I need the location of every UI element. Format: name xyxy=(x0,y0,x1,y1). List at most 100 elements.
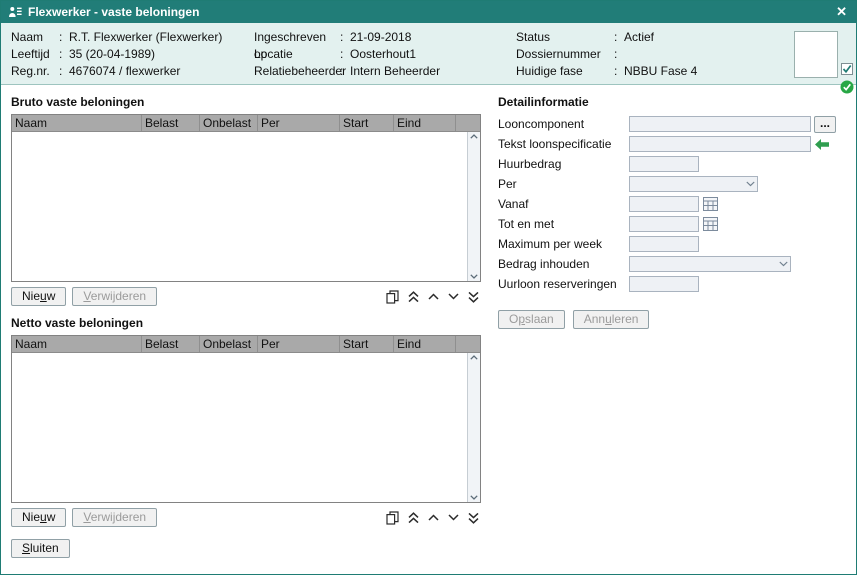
bruto-table: Naam Belast Onbelast Per Start Eind xyxy=(11,114,481,282)
detail-button-row: Opslaan Annuleren xyxy=(498,310,846,329)
col-per[interactable]: Per xyxy=(258,336,340,352)
chevron-double-up-icon[interactable] xyxy=(408,291,419,303)
calendar-icon[interactable] xyxy=(703,197,718,211)
colon: : xyxy=(340,63,350,80)
bruto-table-body[interactable] xyxy=(12,132,467,281)
copy-icon[interactable] xyxy=(386,511,399,525)
bruto-section-title: Bruto vaste beloningen xyxy=(11,95,481,109)
huidige-fase-value: NBBU Fase 4 xyxy=(624,63,697,80)
field-row-looncomponent: Looncomponent ... xyxy=(498,114,846,134)
netto-section-title: Netto vaste beloningen xyxy=(11,316,481,330)
colon: : xyxy=(340,29,350,46)
bruto-table-header: Naam Belast Onbelast Per Start Eind xyxy=(12,115,480,132)
window-title: Flexwerker - vaste beloningen xyxy=(28,5,834,19)
green-check-circle-icon xyxy=(840,80,854,97)
netto-table-header: Naam Belast Onbelast Per Start Eind xyxy=(12,336,480,353)
chevron-double-up-icon[interactable] xyxy=(408,512,419,524)
bruto-table-scrollbar[interactable] xyxy=(467,132,480,281)
calendar-icon[interactable] xyxy=(703,217,718,231)
maximum-per-week-input[interactable] xyxy=(629,236,699,252)
bedrag-inhouden-label: Bedrag inhouden xyxy=(498,257,629,271)
ingeschreven-op-value: 21-09-2018 xyxy=(350,29,411,46)
col-naam[interactable]: Naam xyxy=(12,115,142,131)
col-naam[interactable]: Naam xyxy=(12,336,142,352)
detail-fields: Looncomponent ... Tekst loonspecificatie… xyxy=(498,114,846,294)
vanaf-input[interactable] xyxy=(629,196,699,212)
huidige-fase-label: Huidige fase xyxy=(516,63,614,80)
col-eind[interactable]: Eind xyxy=(394,115,456,131)
bruto-button-row: Nieuw Verwijderen xyxy=(11,287,481,306)
checked-checkbox-icon[interactable] xyxy=(841,63,853,78)
chevron-up-icon[interactable] xyxy=(428,514,439,521)
field-row-huurbedrag: Huurbedrag xyxy=(498,154,846,174)
left-panel: Bruto vaste beloningen Naam Belast Onbel… xyxy=(11,93,481,568)
maximum-per-week-label: Maximum per week xyxy=(498,237,629,251)
opslaan-button[interactable]: Opslaan xyxy=(498,310,565,329)
col-eind[interactable]: Eind xyxy=(394,336,456,352)
detail-panel: Detailinformatie Looncomponent ... Tekst… xyxy=(498,93,846,568)
header-stub xyxy=(456,115,480,131)
chevron-down-icon[interactable] xyxy=(448,514,459,521)
naam-label: Naam xyxy=(11,29,59,46)
scroll-down-icon xyxy=(470,495,478,500)
col-start[interactable]: Start xyxy=(340,336,394,352)
col-start[interactable]: Start xyxy=(340,115,394,131)
col-onbelast[interactable]: Onbelast xyxy=(200,336,258,352)
header-stub xyxy=(456,336,480,352)
per-select[interactable] xyxy=(629,176,758,192)
dossiernummer-label: Dossiernummer xyxy=(516,46,614,63)
regnr-value: 4676074 / flexwerker xyxy=(69,63,180,80)
col-onbelast[interactable]: Onbelast xyxy=(200,115,258,131)
colon: : xyxy=(614,63,624,80)
bruto-nieuw-button[interactable]: Nieuw xyxy=(11,287,66,306)
looncomponent-browse-button[interactable]: ... xyxy=(814,116,836,133)
col-belast[interactable]: Belast xyxy=(142,115,200,131)
huurbedrag-input[interactable] xyxy=(629,156,699,172)
chevron-down-icon[interactable] xyxy=(448,293,459,300)
netto-nieuw-button[interactable]: Nieuw xyxy=(11,508,66,527)
status-label: Status xyxy=(516,29,614,46)
colon: : xyxy=(614,46,624,63)
scroll-up-icon xyxy=(470,355,478,360)
titlebar: Flexwerker - vaste beloningen ✕ xyxy=(1,1,856,23)
dialog-body: Bruto vaste beloningen Naam Belast Onbel… xyxy=(1,85,856,568)
bedrag-inhouden-select[interactable] xyxy=(629,256,791,272)
close-icon[interactable]: ✕ xyxy=(834,4,849,20)
chevron-double-down-icon[interactable] xyxy=(468,512,479,524)
chevron-double-down-icon[interactable] xyxy=(468,291,479,303)
netto-table: Naam Belast Onbelast Per Start Eind xyxy=(11,335,481,503)
chevron-up-icon[interactable] xyxy=(428,293,439,300)
looncomponent-input[interactable] xyxy=(629,116,811,132)
bruto-reorder-icons xyxy=(386,290,481,304)
netto-button-row: Nieuw Verwijderen xyxy=(11,508,481,527)
tot-en-met-label: Tot en met xyxy=(498,217,629,231)
header-info-panel: Naam:R.T. Flexwerker (Flexwerker) Leefti… xyxy=(1,23,856,85)
regnr-label: Reg.nr. xyxy=(11,63,59,80)
annuleren-button[interactable]: Annuleren xyxy=(573,310,650,329)
tekst-loonspecificatie-input[interactable] xyxy=(629,136,811,152)
naam-value: R.T. Flexwerker (Flexwerker) xyxy=(69,29,222,46)
relatiebeheerder-label: Relatiebeheerder xyxy=(254,63,340,80)
netto-reorder-icons xyxy=(386,511,481,525)
uurloon-reserveringen-input[interactable] xyxy=(629,276,699,292)
status-value: Actief xyxy=(624,29,654,46)
sluiten-button[interactable]: Sluiten xyxy=(11,539,70,558)
tot-en-met-input[interactable] xyxy=(629,216,699,232)
netto-verwijderen-button[interactable]: Verwijderen xyxy=(72,508,157,527)
field-row-maximum-per-week: Maximum per week xyxy=(498,234,846,254)
uurloon-reserveringen-label: Uurloon reserveringen xyxy=(498,277,629,291)
person-card-icon xyxy=(8,6,22,18)
netto-table-scrollbar[interactable] xyxy=(467,353,480,502)
field-row-tot-en-met: Tot en met xyxy=(498,214,846,234)
arrow-left-icon[interactable] xyxy=(815,139,829,150)
huurbedrag-label: Huurbedrag xyxy=(498,157,629,171)
copy-icon[interactable] xyxy=(386,290,399,304)
colon: : xyxy=(59,63,69,80)
col-per[interactable]: Per xyxy=(258,115,340,131)
col-belast[interactable]: Belast xyxy=(142,336,200,352)
per-label: Per xyxy=(498,177,629,191)
leeftijd-value: 35 (20-04-1989) xyxy=(69,46,155,63)
netto-table-body[interactable] xyxy=(12,353,467,502)
bruto-verwijderen-button[interactable]: Verwijderen xyxy=(72,287,157,306)
ingeschreven-op-label: Ingeschreven op xyxy=(254,29,340,46)
